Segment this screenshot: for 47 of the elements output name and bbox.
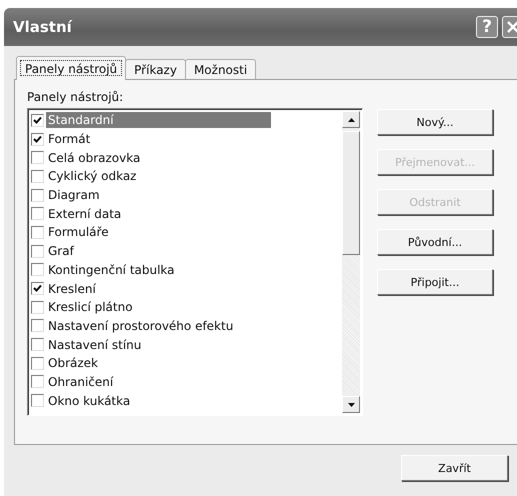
- tab[interactable]: Panely nástrojů: [16, 56, 126, 80]
- toolbar-list-item[interactable]: Standardní: [46, 112, 271, 128]
- checkbox[interactable]: [31, 114, 44, 127]
- toolbar-list-item[interactable]: Nastavení stínu: [46, 336, 144, 353]
- checkbox[interactable]: [31, 263, 44, 276]
- checkbox[interactable]: [31, 151, 44, 164]
- scroll-up-button[interactable]: [342, 111, 360, 128]
- list-label: Panely nástrojů:: [27, 90, 124, 104]
- checkbox[interactable]: [31, 188, 44, 202]
- scrollbar-thumb[interactable]: [342, 131, 360, 255]
- toolbar-list-item[interactable]: Obrázek: [46, 355, 101, 372]
- up-arrow-icon: [348, 118, 354, 122]
- checkbox[interactable]: [31, 394, 44, 408]
- toolbar-list-item[interactable]: Graf: [46, 243, 77, 260]
- checkbox[interactable]: [31, 207, 44, 220]
- dialog-button[interactable]: Původní...: [377, 229, 493, 255]
- scroll-down-button[interactable]: [342, 396, 360, 413]
- toolbar-list-item[interactable]: Externí data: [46, 206, 124, 222]
- checkbox[interactable]: [31, 132, 44, 146]
- dialog-button[interactable]: Připojit...: [377, 269, 493, 295]
- toolbar-list-item[interactable]: Cyklický odkaz: [46, 168, 140, 184]
- checkbox[interactable]: [31, 300, 44, 314]
- toolbar-list-item[interactable]: Diagram: [46, 187, 103, 204]
- checkbox[interactable]: [31, 319, 44, 332]
- window-title: Vlastní: [13, 18, 74, 36]
- toolbar-list-item[interactable]: Kreslení: [46, 280, 99, 297]
- toolbar-list-item[interactable]: Formát: [46, 131, 94, 148]
- tab[interactable]: Možnosti: [184, 59, 256, 80]
- checkbox[interactable]: [31, 244, 44, 258]
- toolbar-list-item[interactable]: Formuláře: [46, 224, 112, 240]
- checkbox[interactable]: [31, 170, 44, 183]
- close-dialog-button[interactable]: Zavřít: [401, 455, 508, 481]
- checkbox[interactable]: [31, 282, 44, 296]
- checkbox[interactable]: [31, 226, 44, 239]
- checkbox[interactable]: [31, 375, 44, 388]
- dialog-button[interactable]: Nový...: [377, 109, 493, 135]
- checkbox[interactable]: [31, 356, 44, 370]
- toolbar-list-item[interactable]: Celá obrazovka: [46, 150, 144, 166]
- checkbox[interactable]: [31, 338, 44, 352]
- toolbar-list-item[interactable]: Nastavení prostorového efektu: [46, 318, 236, 334]
- tab[interactable]: Příkazy: [125, 59, 186, 80]
- scrollbar[interactable]: [342, 111, 360, 413]
- toolbar-list-item[interactable]: Okno kukátka: [46, 392, 134, 409]
- down-arrow-icon: [348, 402, 354, 406]
- toolbar-list-item[interactable]: Kontingenční tabulka: [46, 262, 178, 278]
- toolbar-list-item[interactable]: Kreslicí plátno: [46, 299, 136, 316]
- toolbar-list-item[interactable]: Ohraničení: [46, 374, 116, 390]
